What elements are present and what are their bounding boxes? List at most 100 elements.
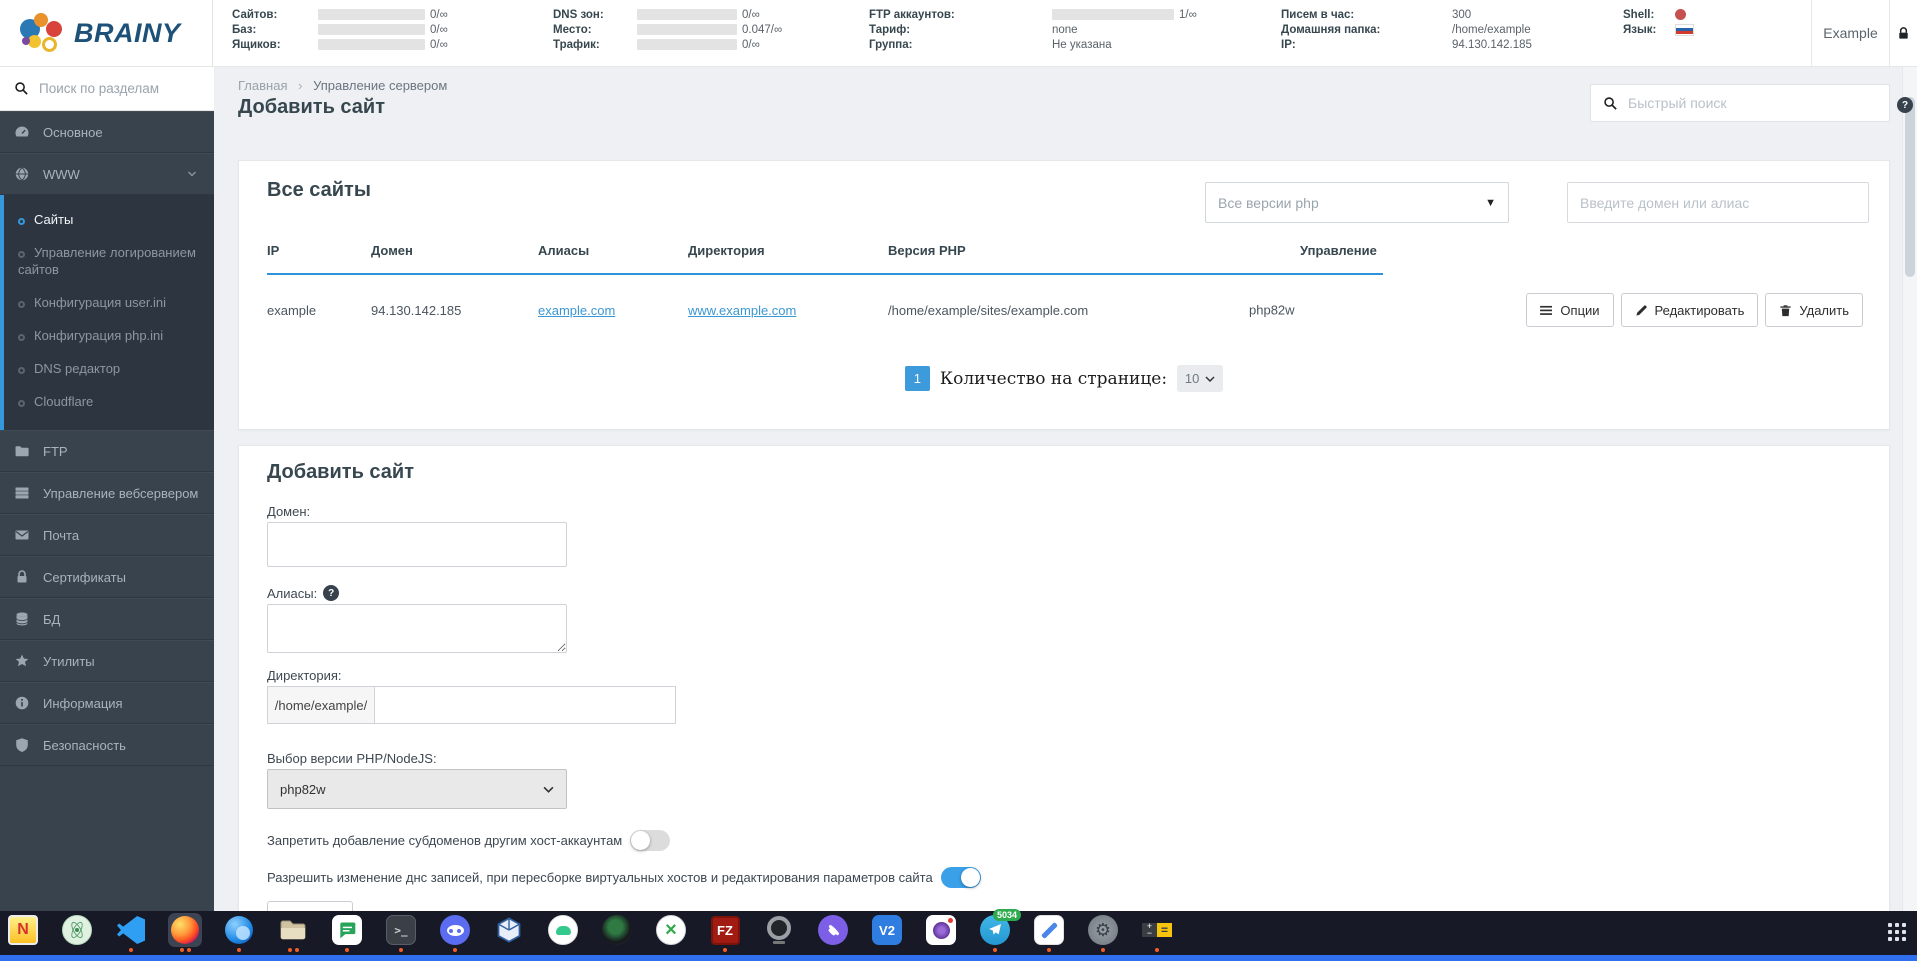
taskbar-viber-icon[interactable] <box>815 913 851 952</box>
dns-toggle[interactable] <box>940 867 981 888</box>
usage-bar <box>1052 9 1174 20</box>
app-launcher-grid-icon[interactable] <box>1888 923 1907 942</box>
taskbar-calculator-icon[interactable]: + − = <box>1139 913 1175 952</box>
sidebar-item-label: Утилиты <box>43 653 95 669</box>
php-version-select[interactable]: php82w <box>267 769 567 809</box>
per-page-value: 10 <box>1184 371 1200 386</box>
submenu-item-label: Сайты <box>34 212 74 227</box>
taskbar-thunderbird-icon[interactable] <box>221 913 257 952</box>
taskbar-virtualbox-icon[interactable] <box>491 913 527 952</box>
sidebar-item-main[interactable]: Основное <box>0 111 214 153</box>
taskbar-filezilla-icon[interactable]: FZ <box>707 913 743 952</box>
sidebar-item-information[interactable]: Информация <box>0 682 214 724</box>
sidebar-search[interactable] <box>0 67 214 111</box>
taskbar-camera-lens-icon[interactable] <box>599 913 635 952</box>
taskbar-file-manager-icon[interactable] <box>275 913 311 952</box>
taskbar-notepad-icon[interactable]: N <box>5 913 41 952</box>
edit-button[interactable]: Редактировать <box>1620 293 1759 327</box>
page-number-button[interactable]: 1 <box>904 366 930 391</box>
taskbar-vscode-icon[interactable] <box>113 913 149 952</box>
options-button[interactable]: Опции <box>1526 293 1614 327</box>
usage-bar <box>318 39 425 50</box>
sidebar-item-label: Информация <box>43 695 123 711</box>
domain-filter-input[interactable] <box>1567 182 1869 223</box>
taskbar-webcam-icon[interactable] <box>761 913 797 952</box>
site-alias-link[interactable]: example.com <box>538 303 615 318</box>
submenu-item-user-ini[interactable]: Конфигурация user.ini <box>4 286 214 319</box>
taskbar-settings-icon[interactable]: ⚙ <box>1085 913 1121 952</box>
lock-icon <box>1899 26 1908 39</box>
toggle-knob <box>631 831 651 850</box>
sidebar-item-mail[interactable]: Почта <box>0 514 214 556</box>
taskbar-terminal-icon[interactable]: >_ <box>383 913 419 952</box>
per-page-select[interactable]: 10 <box>1177 365 1224 392</box>
header-stats-col3: FTP аккаунтов: 1/∞ Тариф: none Группа: Не у… <box>869 7 1197 52</box>
site-directory-link[interactable]: www.example.com <box>688 303 796 318</box>
sidebar-search-input[interactable] <box>39 81 189 96</box>
taskbar-science-icon[interactable] <box>59 913 95 952</box>
stat-value: /home/example <box>1452 23 1531 36</box>
submenu-item-cloudflare[interactable]: Cloudflare <box>4 385 214 418</box>
stat-value: 0/∞ <box>430 38 448 51</box>
taskbar-android-icon[interactable] <box>545 913 581 952</box>
taskbar-telegram-icon[interactable]: 5034 <box>977 909 1021 952</box>
column-header: Алиасы <box>538 243 590 258</box>
taskbar-vnc-viewer-icon[interactable]: V2 <box>869 913 905 952</box>
dns-toggle-label: Разрешить изменение днс записей, при пер… <box>267 870 933 885</box>
aliases-textarea[interactable] <box>267 604 567 653</box>
directory-input[interactable] <box>374 686 676 724</box>
page-help-icon[interactable]: ? <box>1897 97 1913 113</box>
submenu-item-sites[interactable]: Сайты <box>4 203 214 236</box>
sidebar-item-utilities[interactable]: Утилиты <box>0 640 214 682</box>
breadcrumb-current[interactable]: Управление сервером <box>313 78 447 93</box>
submenu-item-site-logging[interactable]: Управление логированием сайтов <box>4 236 214 286</box>
sidebar-item-label: FTP <box>43 443 68 459</box>
star-icon <box>15 654 29 667</box>
bullet-icon <box>18 218 25 225</box>
aliases-help-icon[interactable]: ? <box>323 585 340 601</box>
logo[interactable]: BRAINY <box>0 0 213 66</box>
info-icon <box>15 696 29 710</box>
aliases-label: Алиасы: ? <box>267 585 340 601</box>
add-site-card: Добавить сайт Домен: Алиасы: ? Директори… <box>238 445 1890 961</box>
sites-card-title: Все сайты <box>267 179 371 201</box>
russian-flag-icon[interactable] <box>1675 23 1694 36</box>
sidebar-item-ftp[interactable]: FTP <box>0 430 214 472</box>
taskbar-firefox-icon[interactable] <box>167 913 203 952</box>
bullet-icon <box>18 251 25 258</box>
trash-icon <box>1780 304 1791 316</box>
taskbar-text-editor-icon[interactable] <box>1031 913 1067 952</box>
taskbar-messages-icon[interactable] <box>329 913 365 952</box>
taskbar-discord-icon[interactable] <box>437 913 473 952</box>
taskbar-camera-icon[interactable] <box>923 913 959 952</box>
subdomains-toggle-label: Запретить добавление субдоменов другим х… <box>267 833 623 848</box>
stat-label: DNS зон: <box>553 8 604 21</box>
scrollbar-thumb[interactable] <box>1905 97 1915 277</box>
bullet-icon <box>18 301 25 308</box>
taskbar-crossover-icon[interactable]: × <box>653 913 689 952</box>
quick-search[interactable] <box>1590 84 1890 122</box>
submenu-item-label: Управление логированием сайтов <box>18 245 196 277</box>
php-version-filter-select[interactable]: Все версии php ▼ <box>1205 182 1509 223</box>
directory-prefix: /home/example/ <box>267 686 374 724</box>
submenu-item-php-ini[interactable]: Конфигурация php.ini <box>4 319 214 352</box>
subdomains-toggle[interactable] <box>630 830 671 851</box>
header: BRAINY Сайтов: 0/∞ Баз: 0/∞ Ящиков: 0/∞ DNS… <box>0 0 1917 67</box>
search-icon <box>1604 96 1617 110</box>
submenu-item-dns-editor[interactable]: DNS редактор <box>4 352 214 385</box>
sidebar-item-databases[interactable]: БД <box>0 598 214 640</box>
sidebar-item-security[interactable]: Безопасность <box>0 724 214 766</box>
globe-icon <box>15 167 29 181</box>
sidebar-item-www[interactable]: WWW <box>0 153 214 195</box>
stat-label: Тариф: <box>869 23 911 36</box>
sidebar-item-certificates[interactable]: Сертификаты <box>0 556 214 598</box>
user-menu[interactable]: Example <box>1811 0 1889 66</box>
logout-button[interactable] <box>1889 0 1917 66</box>
stat-label: Группа: <box>869 38 913 51</box>
domain-input[interactable] <box>267 522 567 567</box>
page-scrollbar[interactable] <box>1902 67 1917 911</box>
breadcrumb-home[interactable]: Главная <box>238 78 287 93</box>
sidebar-item-webserver[interactable]: Управление вебсервером <box>0 472 214 514</box>
delete-button[interactable]: Удалить <box>1765 293 1863 327</box>
quick-search-input[interactable] <box>1628 95 1877 111</box>
